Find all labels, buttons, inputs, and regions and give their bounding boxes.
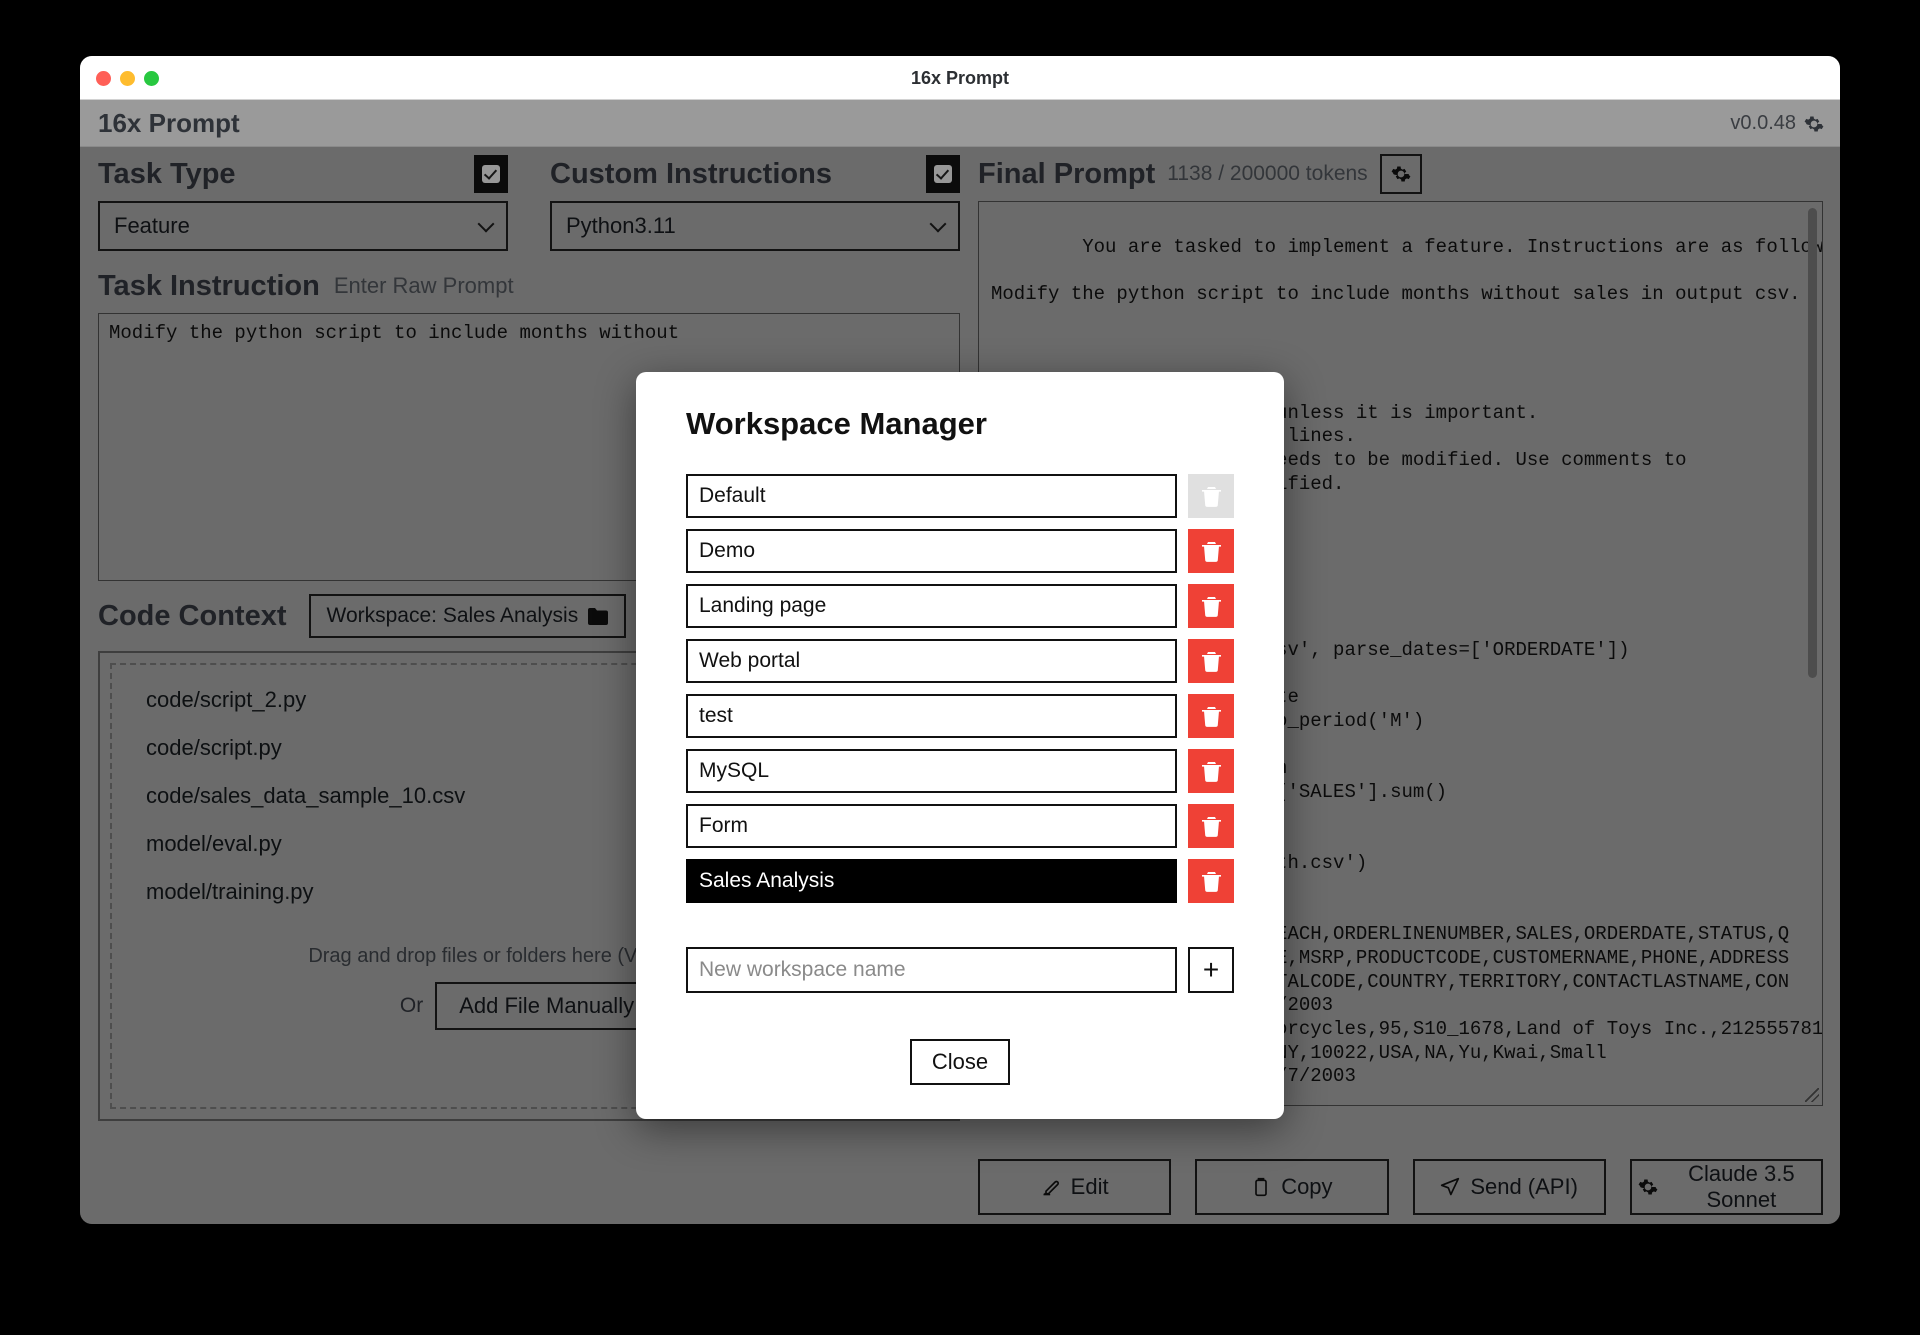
new-workspace-input[interactable]	[686, 947, 1177, 993]
delete-workspace-button[interactable]	[1188, 694, 1234, 738]
app-name: 16x Prompt	[98, 108, 240, 138]
delete-workspace-button[interactable]	[1188, 639, 1234, 683]
workspace-row-selected	[686, 859, 1234, 903]
workspace-row	[686, 804, 1234, 848]
delete-workspace-button[interactable]	[1188, 804, 1234, 848]
dialog-actions: Close	[686, 1039, 1234, 1085]
dialog-title: Workspace Manager	[686, 406, 987, 441]
add-workspace-button[interactable]: +	[1188, 947, 1234, 993]
app-header: 16x Prompt v0.0.48	[80, 100, 1840, 147]
workspace-name-input[interactable]	[686, 749, 1177, 793]
close-dialog-button[interactable]: Close	[909, 1039, 1011, 1085]
main-body: Task Type Feature Custom Instructions Py…	[80, 147, 1840, 1224]
delete-workspace-button[interactable]	[1188, 859, 1234, 903]
window-titlebar: 16x Prompt	[80, 56, 1840, 100]
version-label: v0.0.48	[1730, 112, 1796, 134]
workspace-row	[686, 529, 1234, 573]
workspace-row	[686, 584, 1234, 628]
workspace-name-input[interactable]	[686, 639, 1177, 683]
workspace-manager-dialog: Workspace Manager Default Demo Landing p…	[636, 372, 1284, 1119]
new-workspace-row: +	[686, 947, 1234, 993]
workspace-name-input[interactable]	[686, 804, 1177, 848]
workspace-row	[686, 694, 1234, 738]
window-title: 16x Prompt	[910, 68, 1010, 88]
app-window: 16x Prompt 16x Prompt v0.0.48 Task Type	[80, 56, 1840, 1224]
workspace-name-input[interactable]	[686, 584, 1177, 628]
workspace-name-input[interactable]	[686, 859, 1177, 903]
gear-icon[interactable]	[1804, 114, 1824, 134]
modal-overlay[interactable]: Workspace Manager Default Demo Landing p…	[80, 147, 1840, 1224]
workspace-name-input[interactable]	[686, 529, 1177, 573]
workspace-row	[686, 639, 1234, 683]
workspace-row	[686, 749, 1234, 793]
workspace-name-input[interactable]	[686, 474, 1177, 518]
delete-workspace-button[interactable]	[1188, 749, 1234, 793]
delete-workspace-button	[1188, 474, 1234, 518]
workspace-name-input[interactable]	[686, 694, 1177, 738]
delete-workspace-button[interactable]	[1188, 529, 1234, 573]
workspace-row	[686, 474, 1234, 518]
version-area: v0.0.48	[1730, 112, 1824, 135]
delete-workspace-button[interactable]	[1188, 584, 1234, 628]
